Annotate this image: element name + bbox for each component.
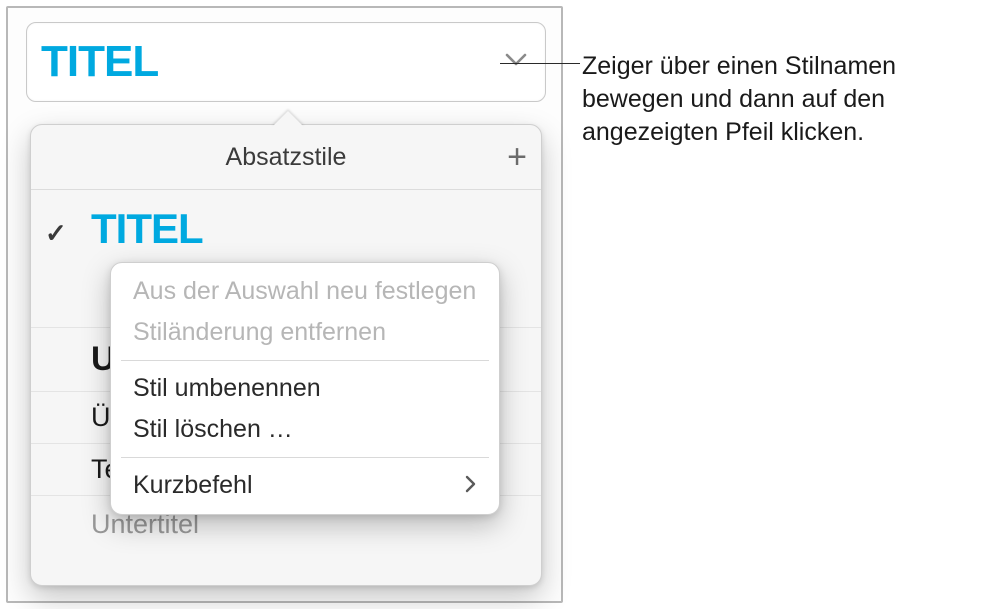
- menu-item-label: Aus der Auswahl neu festlegen: [133, 277, 476, 306]
- menu-redefine-from-selection: Aus der Auswahl neu festlegen: [111, 271, 499, 312]
- menu-item-label: Stil löschen …: [133, 415, 293, 444]
- styles-panel: TITEL Absatzstile + ✓ TITEL U Ü: [6, 6, 563, 603]
- menu-delete-style[interactable]: Stil löschen …: [111, 409, 499, 450]
- menu-divider: [121, 360, 489, 361]
- callout-text: Zeiger über einen Stilnamen bewegen und …: [582, 50, 982, 149]
- menu-item-label: Stil umbenennen: [133, 374, 321, 403]
- menu-rename-style[interactable]: Stil umbenennen: [111, 368, 499, 409]
- popover-header: Absatzstile +: [31, 125, 541, 190]
- chevron-right-icon: [465, 471, 477, 500]
- style-preview-titel: TITEL: [91, 208, 203, 250]
- menu-item-label: Kurzbefehl: [133, 471, 253, 500]
- popover-title: Absatzstile: [226, 143, 347, 172]
- menu-clear-override: Stiländerung entfernen: [111, 312, 499, 353]
- current-style-name: TITEL: [41, 40, 158, 84]
- menu-divider: [121, 457, 489, 458]
- style-context-menu: Aus der Auswahl neu festlegen Stiländeru…: [110, 262, 500, 515]
- menu-item-label: Stiländerung entfernen: [133, 318, 386, 347]
- popover-arrow: [272, 111, 304, 127]
- menu-shortcut[interactable]: Kurzbefehl: [111, 465, 499, 506]
- add-style-button[interactable]: +: [507, 140, 527, 174]
- callout-leader-line: [500, 63, 580, 64]
- style-name-stub: Ü: [91, 402, 111, 433]
- current-style-selector[interactable]: TITEL: [26, 22, 546, 102]
- chevron-down-icon: [505, 53, 527, 72]
- check-icon: ✓: [45, 208, 91, 249]
